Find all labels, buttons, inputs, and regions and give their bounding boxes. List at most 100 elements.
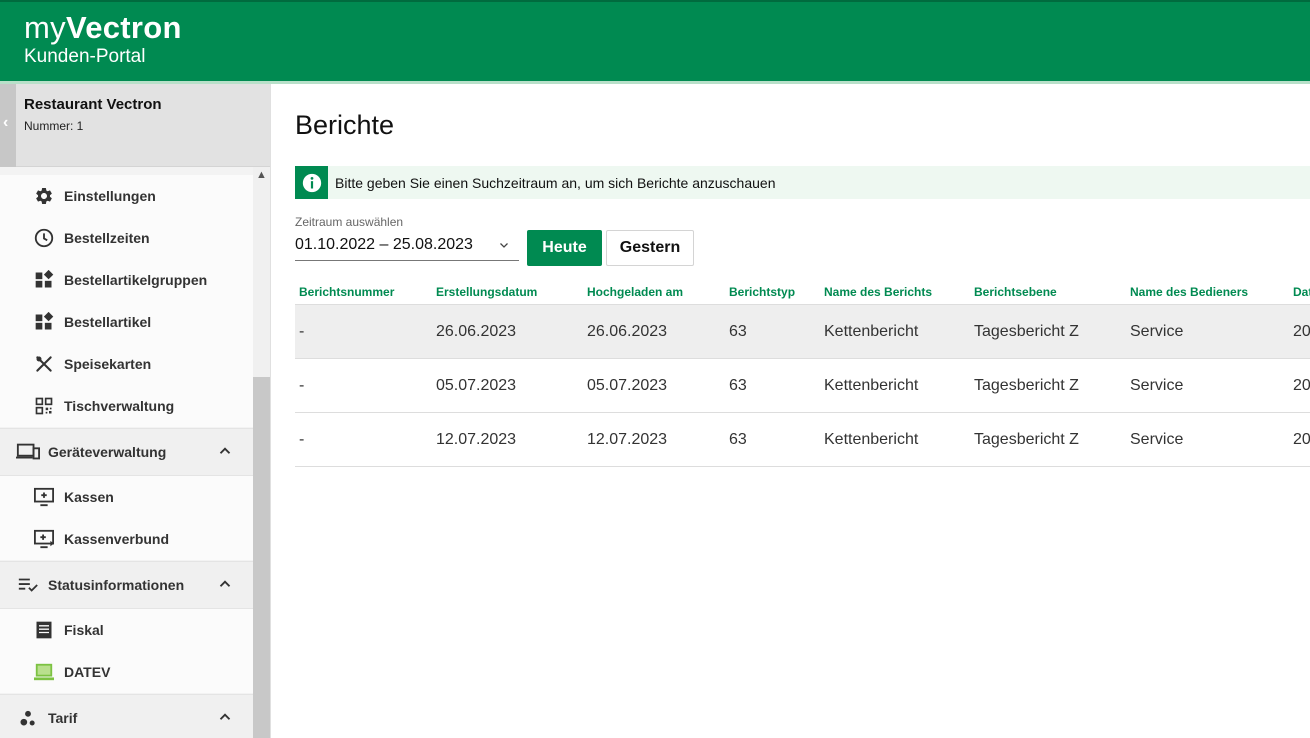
cell-report-type: 63: [729, 377, 747, 394]
cell-report-number: -: [299, 377, 305, 394]
info-banner: Bitte geben Sie einen Suchzeitraum an, u…: [295, 166, 1310, 199]
chevron-up-icon[interactable]: [216, 708, 234, 726]
sidebar-item-label: Bestellartikel: [64, 314, 152, 330]
column-header[interactable]: Name des Berichts: [824, 285, 932, 299]
qr-code-icon: [33, 395, 55, 417]
cell-report-number: -: [299, 323, 305, 340]
cell-report-type: 63: [729, 323, 747, 340]
column-header[interactable]: Berichtsnummer: [299, 285, 394, 299]
chevron-left-icon: ‹: [3, 114, 9, 131]
restaurant-selector[interactable]: ‹ Restaurant Vectron Nummer: 1: [0, 84, 270, 167]
cell-operator-name: Service: [1130, 323, 1184, 340]
sidebar-item-kassen[interactable]: Kassen: [0, 476, 253, 518]
sidebar-group-tarif[interactable]: Tarif: [0, 694, 253, 738]
logo-brand: Vectron: [65, 10, 182, 45]
sidebar-group-statusinformationen[interactable]: Statusinformationen: [0, 561, 253, 609]
sidebar-item-speisekarten[interactable]: Speisekarten: [0, 343, 253, 385]
info-text: Bitte geben Sie einen Suchzeitraum an, u…: [335, 175, 776, 191]
cell-report-level: Tagesbericht Z: [974, 323, 1079, 340]
sidebar-item-datev[interactable]: DATEV: [0, 651, 253, 693]
sidebar-collapse-tab[interactable]: ‹: [0, 84, 16, 167]
cell-created-date: 05.07.2023: [436, 377, 517, 394]
logo-prefix: my: [24, 10, 66, 45]
cell-report-name: Kettenbericht: [824, 377, 919, 394]
scroll-up-arrow-icon[interactable]: ▲: [256, 169, 267, 181]
sidebar: ‹ Restaurant Vectron Nummer: 1 Einstellu…: [0, 84, 271, 738]
sidebar-item-fiskal[interactable]: Fiskal: [0, 609, 253, 651]
sidebar-group-label: Tarif: [48, 710, 78, 726]
sidebar-item-kassenverbund[interactable]: Kassenverbund: [0, 518, 253, 560]
cell-date: 20: [1293, 377, 1310, 394]
sidebar-item-tischverwaltung[interactable]: Tischverwaltung: [0, 385, 253, 427]
computer-icon: [33, 661, 55, 683]
cell-report-name: Kettenbericht: [824, 323, 919, 340]
column-header[interactable]: Name des Bedieners: [1130, 285, 1248, 299]
date-range-picker[interactable]: Zeitraum auswählen 01.10.2022 – 25.08.20…: [295, 214, 519, 261]
page-title: Berichte: [295, 110, 395, 140]
table-header: Berichtsnummer Erstellungsdatum Hochgela…: [295, 279, 1310, 305]
portal-subtitle: Kunden-Portal: [24, 46, 146, 67]
cell-created-date: 12.07.2023: [436, 431, 517, 448]
sidebar-item-bestellzeiten[interactable]: Bestellzeiten: [0, 217, 253, 259]
sidebar-item-label: Speisekarten: [64, 356, 152, 372]
sidebar-group-label: Statusinformationen: [48, 577, 185, 593]
date-range-value[interactable]: 01.10.2022 – 25.08.2023: [295, 236, 473, 254]
brand-logo[interactable]: myVectron Kunden-Portal: [24, 10, 182, 68]
restaurant-name: Restaurant Vectron: [24, 96, 162, 113]
yesterday-button[interactable]: Gestern: [606, 230, 694, 266]
widgets-icon: [33, 311, 55, 333]
today-button[interactable]: Heute: [527, 230, 602, 266]
info-icon: [295, 166, 328, 199]
cell-report-number: -: [299, 431, 305, 448]
devices-icon: [16, 441, 40, 463]
queue-play-icon: [33, 528, 55, 550]
bubble-chart-icon: [16, 707, 40, 729]
checklist-icon: [16, 574, 40, 596]
column-header[interactable]: Berichtstyp: [729, 285, 795, 299]
cell-uploaded-date: 26.06.2023: [587, 323, 668, 340]
clock-icon: [33, 227, 55, 249]
column-header[interactable]: Hochgeladen am: [587, 285, 683, 299]
cell-uploaded-date: 05.07.2023: [587, 377, 668, 394]
cell-operator-name: Service: [1130, 431, 1184, 448]
sidebar-item-label: Bestellzeiten: [64, 230, 150, 246]
sidebar-item-bestellartikelgruppen[interactable]: Bestellartikelgruppen: [0, 259, 253, 301]
app-header: myVectron Kunden-Portal: [0, 0, 1310, 84]
chevron-down-icon[interactable]: [498, 239, 510, 251]
date-range-label: Zeitraum auswählen: [295, 215, 404, 229]
restaurant-number: Nummer: 1: [24, 119, 84, 133]
sidebar-group-label: Geräteverwaltung: [48, 444, 167, 460]
sidebar-item-label: Kassenverbund: [64, 531, 170, 547]
cell-date: 20: [1293, 323, 1310, 340]
cell-uploaded-date: 12.07.2023: [587, 431, 668, 448]
sidebar-item-label: Einstellungen: [64, 188, 156, 204]
chevron-up-icon[interactable]: [216, 575, 234, 593]
add-to-queue-icon: [33, 486, 55, 508]
sidebar-scrollbar[interactable]: ▲: [253, 167, 270, 738]
gear-icon: [33, 185, 55, 207]
sidebar-group-geraeteverwaltung[interactable]: Geräteverwaltung: [0, 428, 253, 476]
table-row[interactable]: - 26.06.2023 26.06.2023 63 Kettenbericht…: [295, 305, 1310, 359]
widgets-icon: [33, 269, 55, 291]
cell-report-name: Kettenbericht: [824, 431, 919, 448]
sidebar-item-label: Kassen: [64, 489, 114, 505]
column-header[interactable]: Erstellungsdatum: [436, 285, 537, 299]
main-content: Berichte Bitte geben Sie einen Suchzeitr…: [271, 84, 1310, 738]
cell-report-type: 63: [729, 431, 747, 448]
chevron-up-icon[interactable]: [216, 442, 234, 460]
cutlery-icon: [33, 353, 55, 375]
column-header[interactable]: Dat: [1293, 285, 1310, 299]
sidebar-item-label: DATEV: [64, 664, 111, 680]
sidebar-item-einstellungen[interactable]: Einstellungen: [0, 175, 253, 217]
table-row[interactable]: - 05.07.2023 05.07.2023 63 Kettenbericht…: [295, 359, 1310, 413]
cell-date: 20: [1293, 431, 1310, 448]
cell-created-date: 26.06.2023: [436, 323, 517, 340]
table-row[interactable]: - 12.07.2023 12.07.2023 63 Kettenbericht…: [295, 413, 1310, 467]
sidebar-item-label: Fiskal: [64, 622, 104, 638]
sidebar-item-label: Tischverwaltung: [64, 398, 175, 414]
scrollbar-thumb[interactable]: [253, 377, 270, 738]
sidebar-item-label: Bestellartikelgruppen: [64, 272, 208, 288]
cell-report-level: Tagesbericht Z: [974, 377, 1079, 394]
sidebar-item-bestellartikel[interactable]: Bestellartikel: [0, 301, 253, 343]
column-header[interactable]: Berichtsebene: [974, 285, 1057, 299]
